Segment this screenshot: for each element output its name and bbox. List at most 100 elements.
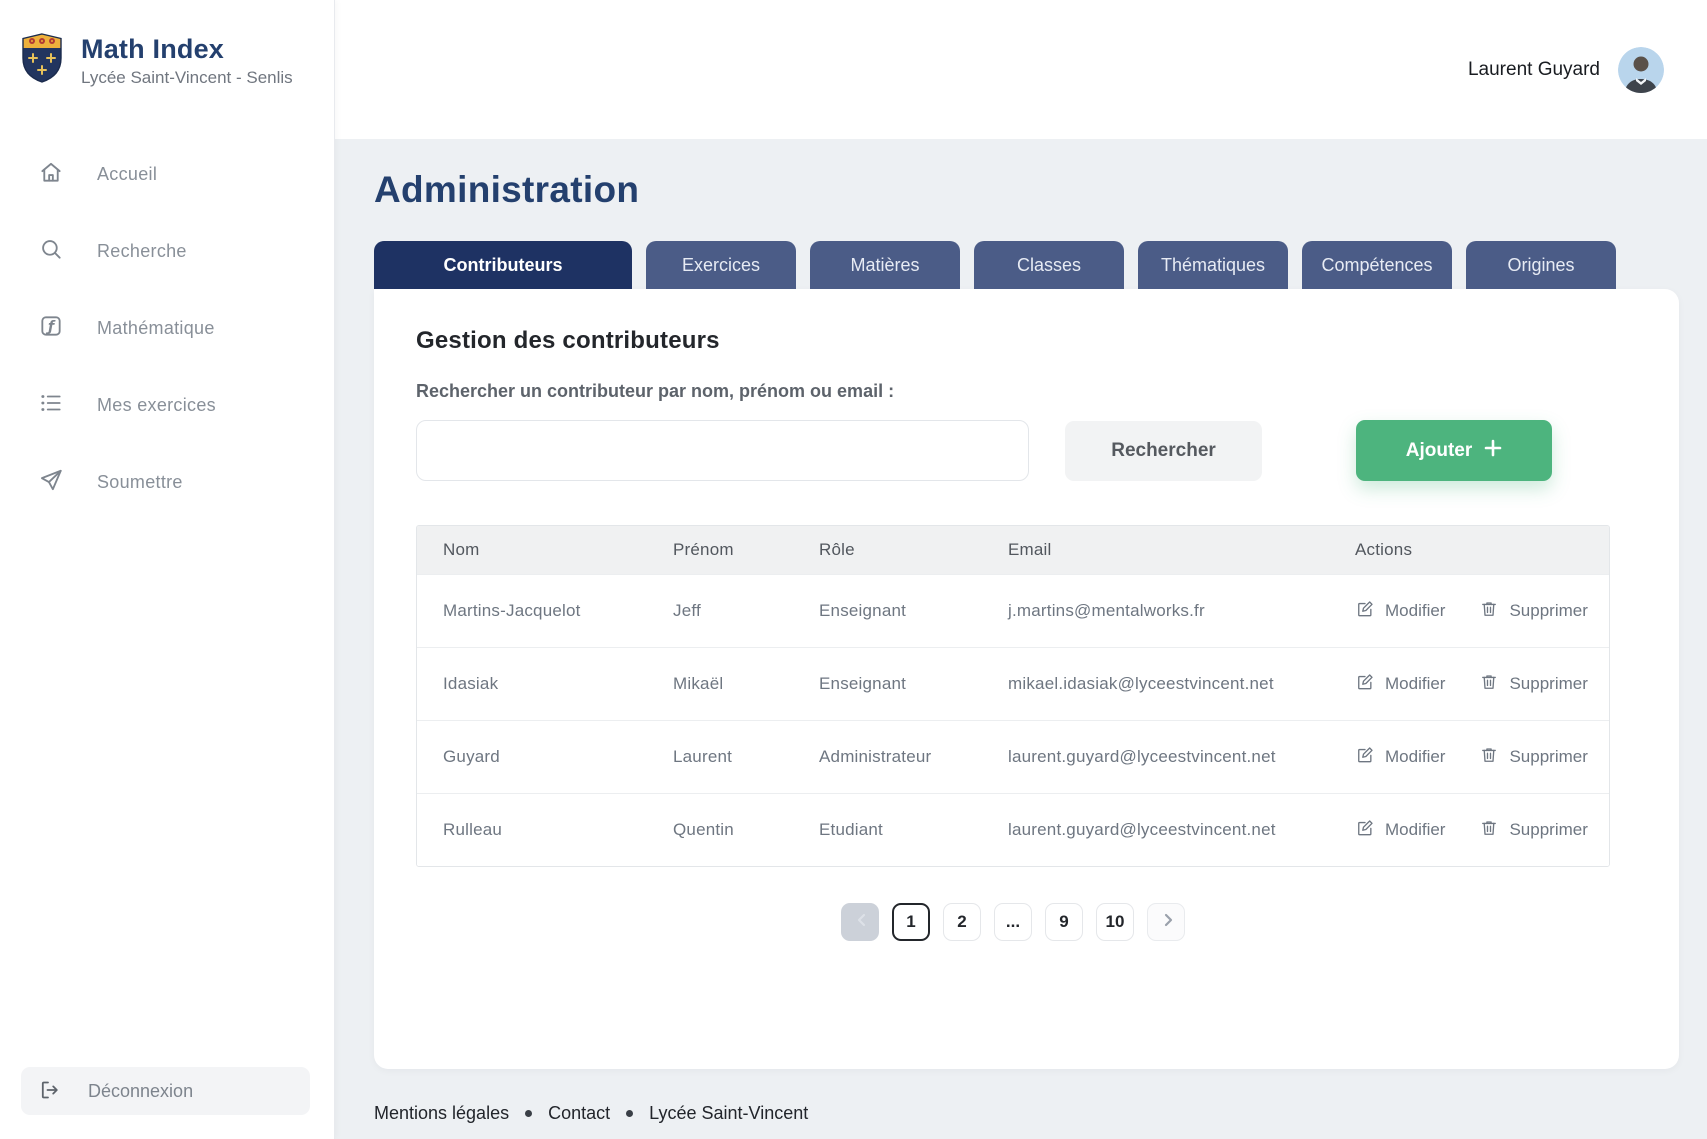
footer-link-lycee-saint-vincent[interactable]: Lycée Saint-Vincent — [649, 1103, 808, 1124]
cell-prenom: Laurent — [647, 747, 793, 767]
delete-label: Supprimer — [1509, 674, 1587, 694]
cell-actions: Modifier Supprimer — [1329, 745, 1609, 770]
cell-nom: Rulleau — [417, 820, 647, 840]
edit-label: Modifier — [1385, 747, 1445, 767]
sidebar-item-label: Recherche — [97, 241, 187, 262]
cell-nom: Guyard — [417, 747, 647, 767]
tab-bar: Contributeurs Exercices Matières Classes Thé… — [374, 241, 1707, 289]
user-avatar[interactable] — [1618, 47, 1664, 93]
cell-prenom: Jeff — [647, 601, 793, 621]
edit-button[interactable]: Modifier — [1355, 599, 1445, 624]
cell-actions: Modifier Supprimer — [1329, 818, 1609, 843]
cell-email: laurent.guyard@lyceestvincent.net — [982, 747, 1329, 767]
math-function-icon: ƒ — [38, 313, 64, 344]
content-area: Administration Contributeurs Exercices Mat… — [335, 139, 1707, 1139]
plus-icon — [1484, 439, 1502, 463]
sidebar-item-soumettre[interactable]: Soumettre — [0, 451, 334, 514]
column-header-role: Rôle — [793, 540, 982, 560]
delete-button[interactable]: Supprimer — [1479, 599, 1587, 624]
delete-label: Supprimer — [1509, 747, 1587, 767]
svg-text:ƒ: ƒ — [45, 319, 56, 335]
edit-button[interactable]: Modifier — [1355, 745, 1445, 770]
cell-nom: Martins-Jacquelot — [417, 601, 647, 621]
cell-email: laurent.guyard@lyceestvincent.net — [982, 820, 1329, 840]
table-row: IdasiakMikaëlEnseignantmikael.idasiak@ly… — [417, 647, 1609, 720]
edit-label: Modifier — [1385, 820, 1445, 840]
cell-role: Etudiant — [793, 820, 982, 840]
page-title: Administration — [374, 169, 1707, 211]
cell-role: Enseignant — [793, 674, 982, 694]
edit-icon — [1355, 818, 1375, 843]
column-header-email: Email — [982, 540, 1329, 560]
edit-icon — [1355, 745, 1375, 770]
cell-prenom: Mikaël — [647, 674, 793, 694]
pagination-page-9[interactable]: 9 — [1045, 903, 1083, 941]
edit-button[interactable]: Modifier — [1355, 672, 1445, 697]
logout-icon — [38, 1078, 62, 1105]
brand: Math Index Lycée Saint-Vincent - Senlis — [0, 0, 334, 89]
pagination-page-1[interactable]: 1 — [892, 903, 930, 941]
pagination-next-button[interactable] — [1147, 903, 1185, 941]
sidebar-item-recherche[interactable]: Recherche — [0, 220, 334, 283]
cell-nom: Idasiak — [417, 674, 647, 694]
edit-label: Modifier — [1385, 674, 1445, 694]
edit-button[interactable]: Modifier — [1355, 818, 1445, 843]
main-column: Laurent Guyard Administration Contribute… — [335, 0, 1707, 1139]
table-header-row: NomPrénomRôleEmailActions — [417, 526, 1609, 574]
search-button[interactable]: Rechercher — [1065, 421, 1262, 481]
cell-actions: Modifier Supprimer — [1329, 599, 1609, 624]
edit-icon — [1355, 599, 1375, 624]
tab-competences[interactable]: Compétences — [1302, 241, 1452, 289]
topbar: Laurent Guyard — [335, 0, 1707, 139]
send-icon — [38, 467, 64, 498]
sidebar-item-mathematique[interactable]: ƒMathématique — [0, 297, 334, 360]
trash-icon — [1479, 599, 1499, 624]
search-input[interactable] — [416, 420, 1029, 481]
app-window: Math Index Lycée Saint-Vincent - Senlis … — [0, 0, 1707, 1139]
footer: Mentions légales Contact Lycée Saint-Vince… — [374, 1103, 1707, 1124]
tab-thematiques[interactable]: Thématiques — [1138, 241, 1288, 289]
column-header-prenom: Prénom — [647, 540, 793, 560]
cell-email: j.martins@mentalworks.fr — [982, 601, 1329, 621]
footer-link-mentions-legales[interactable]: Mentions légales — [374, 1103, 509, 1124]
home-icon — [38, 159, 64, 190]
edit-label: Modifier — [1385, 601, 1445, 621]
tab-classes[interactable]: Classes — [974, 241, 1124, 289]
panel-heading: Gestion des contributeurs — [416, 327, 1679, 355]
user-name: Laurent Guyard — [1468, 59, 1600, 81]
sidebar-item-mes-exercices[interactable]: Mes exercices — [0, 374, 334, 437]
column-header-actions: Actions — [1329, 540, 1609, 560]
footer-separator-dot — [525, 1110, 532, 1117]
pagination-ellipsis[interactable]: ... — [994, 903, 1032, 941]
column-header-nom: Nom — [417, 540, 647, 560]
logout-label: Déconnexion — [88, 1081, 193, 1102]
delete-button[interactable]: Supprimer — [1479, 745, 1587, 770]
delete-button[interactable]: Supprimer — [1479, 672, 1587, 697]
delete-label: Supprimer — [1509, 820, 1587, 840]
tab-matieres[interactable]: Matières — [810, 241, 960, 289]
table-row: GuyardLaurentAdministrateurlaurent.guyar… — [417, 720, 1609, 793]
tab-exercices[interactable]: Exercices — [646, 241, 796, 289]
tab-origines[interactable]: Origines — [1466, 241, 1616, 289]
tab-contributeurs[interactable]: Contributeurs — [374, 241, 632, 289]
search-icon — [38, 236, 64, 267]
footer-separator-dot — [626, 1110, 633, 1117]
trash-icon — [1479, 672, 1499, 697]
sidebar-nav: Accueil Recherche ƒMathématique Mes exercic… — [0, 143, 334, 528]
add-contributor-button[interactable]: Ajouter — [1356, 420, 1552, 481]
contributors-panel: Gestion des contributeurs Rechercher un … — [374, 289, 1679, 1069]
list-icon — [38, 390, 64, 421]
search-row: Rechercher Ajouter — [416, 420, 1610, 481]
delete-button[interactable]: Supprimer — [1479, 818, 1587, 843]
sidebar: Math Index Lycée Saint-Vincent - Senlis … — [0, 0, 335, 1139]
pagination-page-2[interactable]: 2 — [943, 903, 981, 941]
contributors-table: NomPrénomRôleEmailActions Martins-Jacquel… — [416, 525, 1610, 867]
footer-link-contact[interactable]: Contact — [548, 1103, 610, 1124]
pagination-page-10[interactable]: 10 — [1096, 903, 1134, 941]
chevron-left-icon — [852, 912, 868, 933]
logout-button[interactable]: Déconnexion — [21, 1067, 310, 1115]
sidebar-item-accueil[interactable]: Accueil — [0, 143, 334, 206]
brand-subtitle: Lycée Saint-Vincent - Senlis — [81, 68, 293, 88]
pagination-prev-button[interactable] — [841, 903, 879, 941]
cell-role: Enseignant — [793, 601, 982, 621]
